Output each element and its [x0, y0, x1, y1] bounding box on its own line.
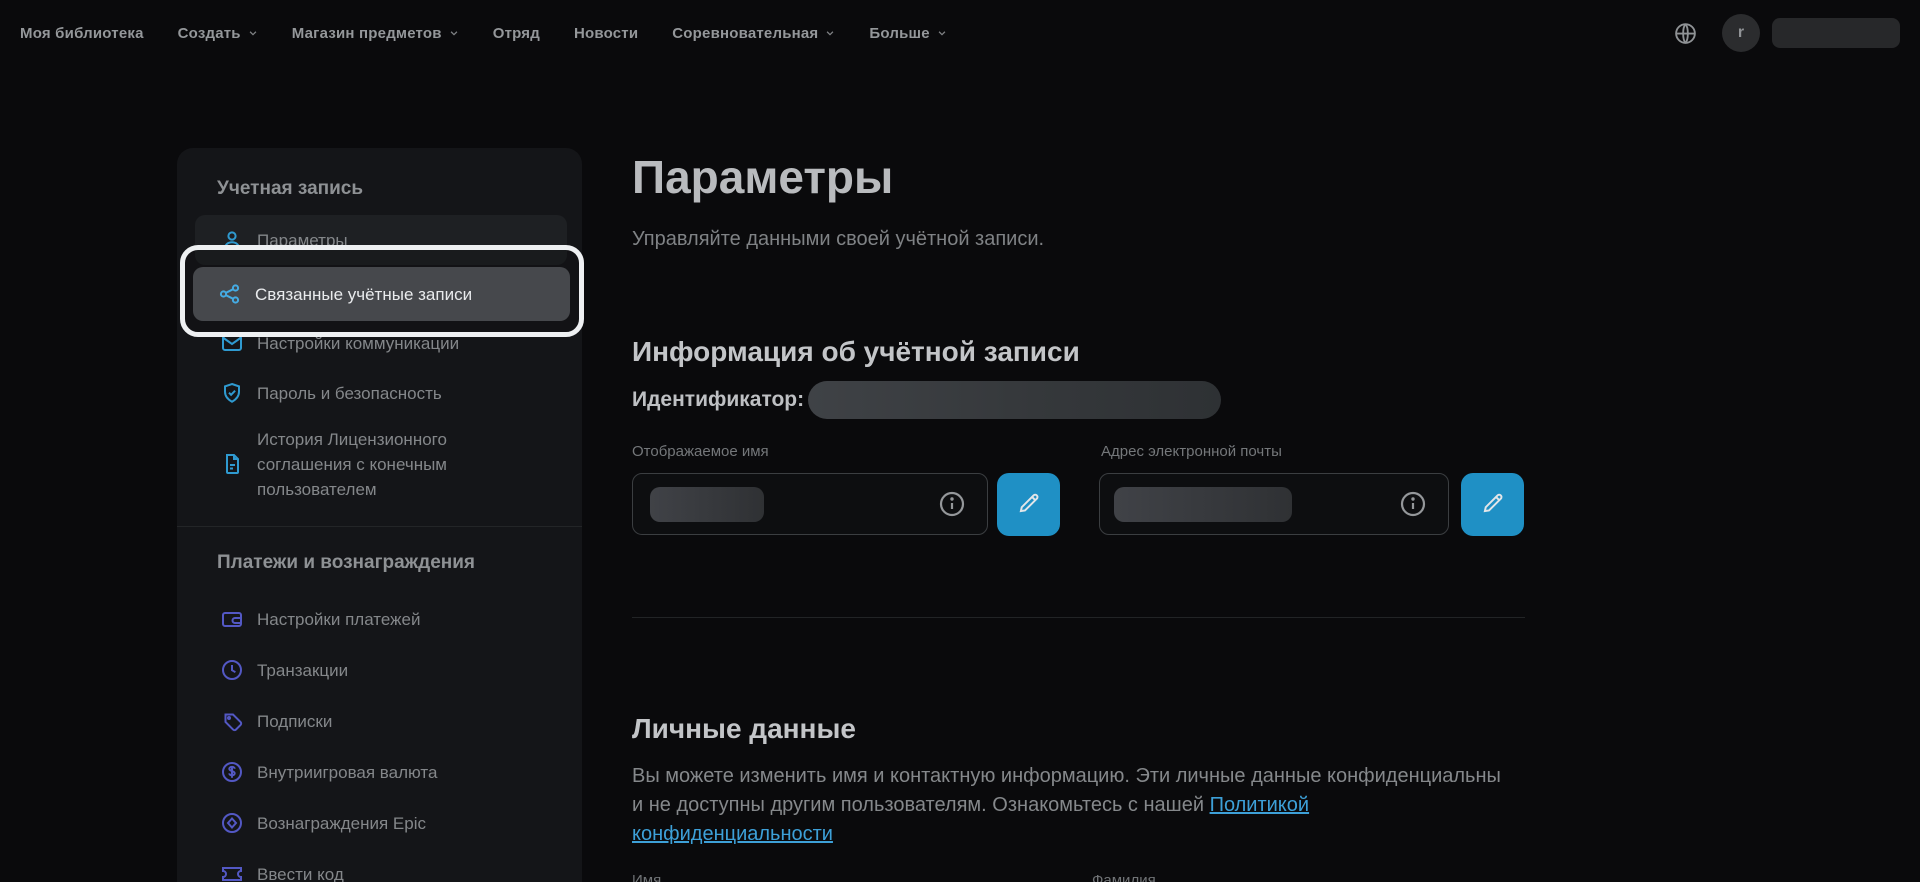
sidebar-item-label: Связанные учётные записи [255, 284, 473, 304]
epic-account-settings-page: Моя библиотека Создать Магазин предметов… [0, 0, 1920, 882]
sidebar-item-password-security[interactable]: Пароль и безопасность [195, 370, 567, 416]
username-redacted[interactable] [1772, 18, 1900, 48]
chevron-down-icon [248, 25, 258, 42]
chevron-down-icon [937, 25, 947, 42]
linked-accounts-icon [218, 282, 242, 306]
person-icon [220, 228, 244, 252]
wallet-icon [220, 607, 244, 631]
sidebar-heading-account: Учетная запись [217, 178, 364, 199]
nav-squad[interactable]: Отряд [493, 25, 540, 42]
chevron-down-icon [449, 25, 459, 42]
sidebar-item-label: Ввести код [257, 864, 344, 882]
shield-check-icon [220, 381, 244, 405]
section-divider [632, 617, 1525, 618]
page-title: Параметры [632, 151, 894, 203]
sidebar-item-label: Внутриигровая валюта [257, 762, 438, 782]
nav-item-shop[interactable]: Магазин предметов [292, 25, 459, 42]
nav-news[interactable]: Новости [574, 25, 638, 42]
edit-email-button[interactable] [1461, 473, 1524, 536]
info-icon[interactable] [939, 491, 965, 517]
nav-competitive[interactable]: Соревновательная [672, 25, 835, 42]
document-icon [220, 452, 244, 476]
email-redacted [1114, 487, 1292, 522]
page-subtitle: Управляйте данными своей учётной записи. [632, 228, 1045, 250]
nav-more[interactable]: Больше [869, 25, 946, 42]
chevron-down-icon [825, 25, 835, 42]
personal-data-text: Вы можете изменить имя и контактную инфо… [632, 765, 1501, 845]
pencil-icon [1480, 490, 1506, 519]
sidebar-item-settings[interactable]: Параметры [195, 215, 567, 265]
sidebar-divider [177, 526, 582, 527]
tag-icon [220, 709, 244, 733]
sidebar-item-subscriptions[interactable]: Подписки [195, 698, 567, 744]
top-nav-actions: r [1673, 0, 1900, 66]
sidebar-item-label: Настройки платежей [257, 609, 421, 629]
sidebar-item-label: Транзакции [257, 660, 349, 680]
sidebar-item-label: Настройки коммуникации [257, 333, 460, 353]
nav-my-library[interactable]: Моя библиотека [20, 25, 144, 42]
sidebar-heading-payments: Платежи и вознаграждения [217, 552, 476, 573]
sidebar-item-label: Параметры [257, 230, 348, 250]
edit-display-name-button[interactable] [997, 473, 1060, 536]
top-nav-links: Моя библиотека Создать Магазин предметов… [20, 0, 947, 66]
sidebar-item-linked-accounts[interactable]: Связанные учётные записи [193, 267, 570, 321]
nav-create[interactable]: Создать [178, 25, 258, 42]
avatar[interactable]: r [1722, 14, 1760, 52]
clock-icon [220, 658, 244, 682]
pencil-icon [1016, 490, 1042, 519]
sidebar-item-epic-rewards[interactable]: Вознаграждения Epic [195, 800, 567, 846]
first-name-label: Имя [632, 872, 662, 882]
personal-data-heading: Личные данные [632, 713, 856, 744]
currency-icon [220, 760, 244, 784]
email-label: Адрес электронной почты [1101, 443, 1282, 460]
email-field[interactable] [1099, 473, 1449, 535]
top-nav: Моя библиотека Создать Магазин предметов… [0, 0, 1920, 66]
display-name-label: Отображаемое имя [632, 443, 769, 460]
sidebar-item-payment-settings[interactable]: Настройки платежей [195, 596, 567, 642]
display-name-field[interactable] [632, 473, 988, 535]
sidebar-item-transactions[interactable]: Транзакции [195, 647, 567, 693]
account-id-row: Идентификатор: [632, 380, 1221, 420]
sidebar-item-communication[interactable]: Настройки коммуникации [195, 320, 567, 366]
last-name-label: Фамилия [1092, 872, 1156, 882]
account-info-heading: Информация об учётной записи [632, 336, 1080, 367]
display-name-redacted [650, 487, 764, 522]
ticket-icon [220, 862, 244, 882]
sidebar-item-ingame-currency[interactable]: Внутриигровая валюта [195, 749, 567, 795]
account-id-label: Идентификатор: [632, 388, 805, 411]
globe-icon[interactable] [1673, 21, 1698, 46]
epic-rewards-icon [220, 811, 244, 835]
info-icon[interactable] [1400, 491, 1426, 517]
sidebar-item-label: История Лицензионного соглашения с конеч… [257, 429, 447, 499]
envelope-icon [220, 331, 244, 355]
sidebar-item-label: Подписки [257, 711, 333, 731]
sidebar-item-redeem-code[interactable]: Ввести код [195, 851, 567, 882]
sidebar-item-eula-history[interactable]: История Лицензионного соглашения с конеч… [195, 426, 567, 502]
sidebar-item-label: Вознаграждения Epic [257, 813, 426, 833]
account-sidebar: Учетная запись Параметры Связанные учётн… [177, 148, 584, 882]
sidebar-item-label: Пароль и безопасность [257, 383, 442, 403]
account-id-redacted [808, 381, 1221, 419]
